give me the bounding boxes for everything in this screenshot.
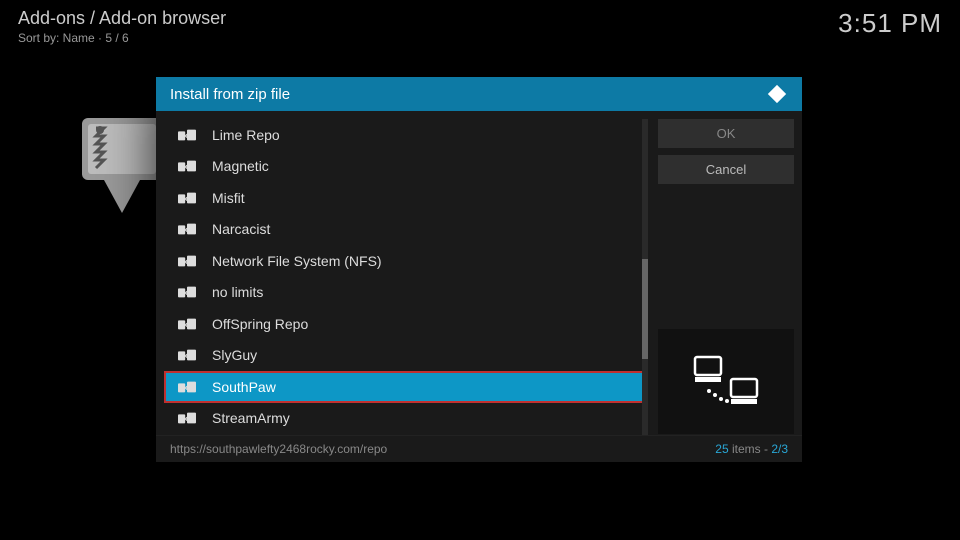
preview-panel	[658, 329, 794, 434]
zip-background-icon	[82, 118, 162, 228]
list-item[interactable]: Magnetic	[164, 151, 648, 183]
list-item[interactable]: SlyGuy	[164, 340, 648, 372]
dialog-header: Install from zip file	[156, 77, 802, 111]
network-folder-icon	[178, 159, 196, 173]
network-folder-icon	[178, 380, 196, 394]
list-item-label: Network File System (NFS)	[212, 253, 382, 269]
list-item-label: Narcacist	[212, 221, 270, 237]
list-item-label: Lime Repo	[212, 127, 280, 143]
network-folder-icon	[178, 191, 196, 205]
list-item[interactable]: StreamArmy	[164, 403, 648, 435]
list-item[interactable]: no limits	[164, 277, 648, 309]
list-item-label: no limits	[212, 284, 263, 300]
clock: 3:51 PM	[838, 8, 942, 45]
list-item[interactable]: Narcacist	[164, 214, 648, 246]
scrollbar[interactable]	[642, 119, 648, 435]
network-folder-icon	[178, 411, 196, 425]
file-list[interactable]: Lime Repo Magnetic Misfit Narcacist Network …	[164, 119, 648, 435]
list-item-label: SlyGuy	[212, 347, 257, 363]
network-folder-icon	[178, 317, 196, 331]
list-item[interactable]: SouthPaw	[164, 371, 648, 403]
ok-button[interactable]: OK	[658, 119, 794, 148]
list-item[interactable]: OffSpring Repo	[164, 308, 648, 340]
cancel-button[interactable]: Cancel	[658, 155, 794, 184]
network-folder-icon	[178, 285, 196, 299]
list-item-label: StreamArmy	[212, 410, 290, 426]
dialog-title: Install from zip file	[170, 86, 290, 103]
footer-counts: 25 items - 2/3	[715, 442, 788, 456]
list-item-label: Magnetic	[212, 158, 269, 174]
list-item-label: Misfit	[212, 190, 245, 206]
install-zip-dialog: Install from zip file Lime Repo Magnetic M…	[156, 77, 802, 462]
sort-status: Sort by: Name · 5 / 6	[18, 31, 226, 45]
file-column: Lime Repo Magnetic Misfit Narcacist Network …	[164, 119, 648, 435]
network-folder-icon	[178, 348, 196, 362]
kodi-logo-icon	[766, 83, 788, 105]
list-item[interactable]: Network File System (NFS)	[164, 245, 648, 277]
network-folder-icon	[178, 128, 196, 142]
window-header: Add-ons / Add-on browser Sort by: Name ·…	[18, 8, 942, 45]
dialog-footer: https://southpawlefty2468rocky.com/repo …	[156, 435, 802, 462]
network-share-icon	[691, 355, 761, 409]
list-item-label: OffSpring Repo	[212, 316, 308, 332]
network-folder-icon	[178, 254, 196, 268]
list-item[interactable]: Misfit	[164, 182, 648, 214]
list-item-label: SouthPaw	[212, 379, 276, 395]
breadcrumb: Add-ons / Add-on browser	[18, 8, 226, 29]
dialog-body: Lime Repo Magnetic Misfit Narcacist Network …	[156, 111, 802, 435]
right-column: OK Cancel	[658, 119, 794, 435]
scrollbar-thumb[interactable]	[642, 259, 648, 359]
network-folder-icon	[178, 222, 196, 236]
list-item[interactable]: Lime Repo	[164, 119, 648, 151]
footer-path: https://southpawlefty2468rocky.com/repo	[170, 442, 387, 456]
